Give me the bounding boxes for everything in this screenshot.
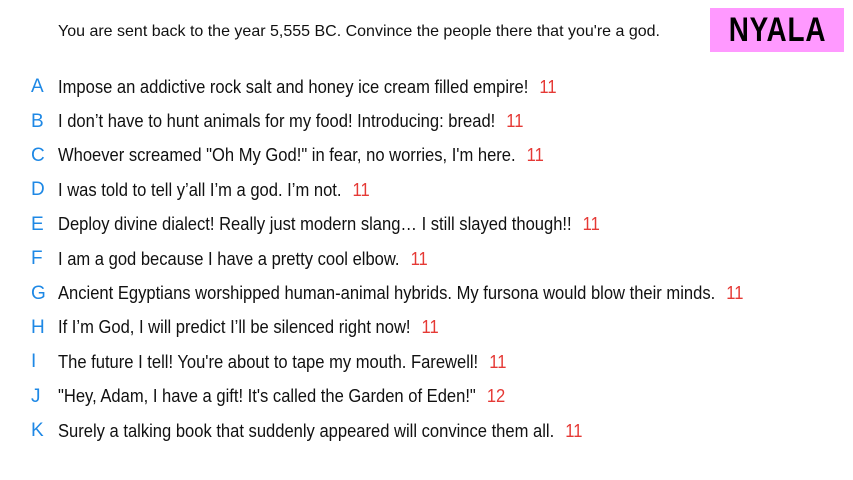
answer-content: If I’m God, I will predict I’ll be silen… [58, 317, 439, 338]
answer-text: The future I tell! You're about to tape … [58, 351, 479, 372]
answer-content: "Hey, Adam, I have a gift! It's called t… [58, 386, 505, 407]
answer-letter: E [31, 213, 44, 235]
answer-letter: C [31, 144, 45, 166]
answer-score: 11 [506, 111, 524, 132]
answer-row-d: D I was told to tell y’all I’m a god. I’… [0, 173, 853, 207]
player-name: NYALA [728, 10, 826, 49]
answer-score: 11 [489, 351, 507, 372]
answer-text: I am a god because I have a pretty cool … [58, 248, 400, 269]
answer-content: Ancient Egyptians worshipped human-anima… [58, 283, 743, 304]
answer-score: 11 [539, 76, 557, 97]
answer-content: I was told to tell y’all I’m a god. I’m … [58, 180, 370, 201]
answer-text: Deploy divine dialect! Really just moder… [58, 214, 572, 235]
answer-row-b: B I don’t have to hunt animals for my fo… [0, 104, 853, 138]
question-prompt: You are sent back to the year 5,555 BC. … [58, 23, 660, 40]
answer-text: I was told to tell y’all I’m a god. I’m … [58, 179, 342, 200]
answer-list: A Impose an addictive rock salt and hone… [0, 70, 853, 448]
answer-content: Whoever screamed "Oh My God!" in fear, n… [58, 145, 544, 166]
answer-row-j: J "Hey, Adam, I have a gift! It's called… [0, 380, 853, 414]
answer-content: Surely a talking book that suddenly appe… [58, 421, 582, 442]
answer-row-f: F I am a god because I have a pretty coo… [0, 242, 853, 276]
answer-score: 11 [352, 179, 370, 200]
answer-text: If I’m God, I will predict I’ll be silen… [58, 317, 411, 338]
answer-row-i: I The future I tell! You're about to tap… [0, 345, 853, 379]
answer-text: Surely a talking book that suddenly appe… [58, 420, 555, 441]
answer-letter: I [31, 351, 37, 373]
answer-letter: D [31, 179, 45, 201]
answer-text: Whoever screamed "Oh My God!" in fear, n… [58, 145, 516, 166]
answer-text: Ancient Egyptians worshipped human-anima… [58, 283, 716, 304]
answer-letter: K [31, 420, 44, 442]
answer-score: 11 [582, 214, 600, 235]
answer-letter: J [31, 385, 41, 407]
answer-letter: H [31, 316, 45, 338]
answer-letter: G [31, 282, 46, 304]
player-name-badge: NYALA [710, 8, 844, 52]
answer-content: I don’t have to hunt animals for my food… [58, 111, 523, 132]
answer-text: Impose an addictive rock salt and honey … [58, 76, 529, 97]
answer-text: "Hey, Adam, I have a gift! It's called t… [58, 386, 476, 407]
answer-row-g: G Ancient Egyptians worshipped human-ani… [0, 276, 853, 310]
answer-text: I don’t have to hunt animals for my food… [58, 111, 496, 132]
answer-content: The future I tell! You're about to tape … [58, 352, 506, 373]
answer-letter: B [31, 110, 44, 132]
answer-score: 11 [410, 248, 428, 269]
answer-score: 11 [565, 420, 583, 441]
answer-score: 12 [486, 386, 506, 407]
answer-score: 11 [421, 317, 439, 338]
answer-score: 11 [526, 145, 544, 166]
answer-content: Deploy divine dialect! Really just moder… [58, 214, 600, 235]
answer-row-e: E Deploy divine dialect! Really just mod… [0, 208, 853, 242]
answer-row-c: C Whoever screamed "Oh My God!" in fear,… [0, 139, 853, 173]
answer-score: 11 [726, 283, 744, 304]
answer-row-h: H If I’m God, I will predict I’ll be sil… [0, 311, 853, 345]
answer-row-a: A Impose an addictive rock salt and hone… [0, 70, 853, 104]
answer-content: Impose an addictive rock salt and honey … [58, 77, 557, 98]
answer-letter: A [31, 76, 44, 98]
answer-content: I am a god because I have a pretty cool … [58, 249, 428, 270]
answer-letter: F [31, 248, 43, 270]
answer-row-k: K Surely a talking book that suddenly ap… [0, 414, 853, 448]
